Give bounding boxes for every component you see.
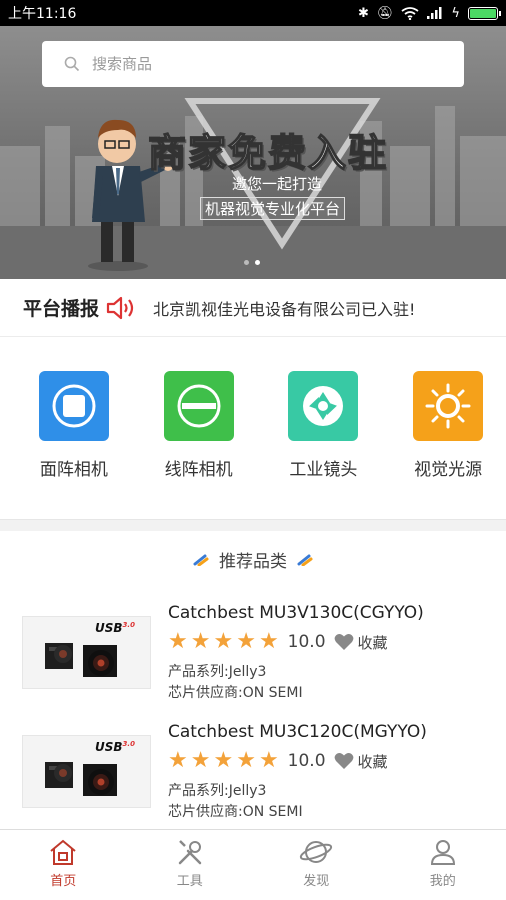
charging-icon: ϟ (451, 5, 460, 21)
product-thumbnail: USB3.0 (22, 616, 151, 689)
nav-profile[interactable]: 我的 (380, 830, 506, 900)
favorite-button[interactable]: 收藏 (334, 751, 388, 772)
signal-icon (427, 7, 442, 19)
banner-tagline: 机器视觉专业化平台 (200, 197, 346, 220)
wifi-icon (401, 6, 419, 20)
search-box[interactable] (42, 41, 464, 87)
recommend-header: 推荐品类 (0, 547, 506, 572)
favorite-button[interactable]: 收藏 (334, 632, 388, 653)
star-icon: ★ (213, 629, 234, 654)
banner-headline: 商家免费入驻 (147, 130, 389, 176)
rating-score: 10.0 (287, 751, 326, 771)
category-area-camera[interactable]: 面阵相机 (16, 339, 132, 519)
home-icon (50, 839, 76, 865)
star-icon: ★ (190, 629, 211, 654)
star-icon: ★ (213, 748, 234, 773)
search-input[interactable] (92, 55, 392, 73)
carousel-dot-active (255, 260, 260, 265)
square-camera-icon (38, 371, 109, 441)
banner-subtitle: 邀您一起打造 (232, 175, 323, 193)
product-supplier: 芯片供应商:ON SEMI (168, 804, 303, 820)
product-thumbnail: USB3.0 (22, 735, 151, 808)
status-bar: 上午11:16 ✱ 🔕︎ ϟ (0, 0, 506, 26)
nav-home[interactable]: 首页 (0, 830, 127, 900)
category-label: 面阵相机 (39, 460, 108, 480)
bluetooth-icon: ✱ (358, 5, 369, 21)
product-name: Catchbest MU3C120C(MGYYO) (168, 722, 427, 742)
product-series: 产品系列:Jelly3 (168, 783, 267, 799)
star-icon: ★ (190, 748, 211, 773)
announcement-bar[interactable]: 平台播报 北京凯视佳光电设备有限公司已入驻! (0, 279, 506, 337)
category-label: 工业镜头 (289, 460, 358, 480)
sun-icon (413, 371, 484, 441)
carousel-dot (244, 260, 249, 265)
nav-tools[interactable]: 工具 (127, 830, 254, 900)
rating-score: 10.0 (287, 632, 326, 652)
category-industrial-lens[interactable]: 工业镜头 (266, 339, 382, 519)
carousel-indicator (244, 260, 260, 265)
star-icon: ★ (236, 748, 256, 773)
product-supplier: 芯片供应商:ON SEMI (168, 685, 303, 701)
favorite-label: 收藏 (357, 633, 388, 652)
heart-icon (334, 634, 353, 650)
bottom-nav: 首页 工具 发现 我的 (0, 829, 506, 900)
nav-label: 发现 (303, 874, 330, 889)
section-divider (0, 519, 506, 531)
nav-discover[interactable]: 发现 (253, 830, 380, 900)
rating-row: ★ ★ ★ ★ ★ 10.0 收藏 (168, 750, 388, 772)
aperture-icon (288, 371, 359, 441)
category-grid: 面阵相机 线阵相机 工业镜头 视觉光源 (0, 339, 506, 519)
star-icon: ★ (168, 629, 188, 654)
product-item[interactable]: USB3.0 Catchbest MU3V130C(CGYYO) ★ ★ ★ ★… (0, 600, 506, 710)
decor-tag-icon (193, 554, 209, 566)
category-line-camera[interactable]: 线阵相机 (141, 339, 257, 519)
star-icon: ★ (168, 748, 188, 773)
rating-row: ★ ★ ★ ★ ★ 10.0 收藏 (168, 631, 388, 653)
status-icons: ✱ 🔕︎ ϟ (358, 5, 501, 21)
product-item[interactable]: USB3.0 Catchbest MU3C120C(MGYYO) ★ ★ ★ ★… (0, 719, 506, 829)
star-icon: ★ (258, 748, 279, 773)
tools-icon (178, 840, 201, 865)
nav-label: 工具 (176, 874, 203, 889)
favorite-label: 收藏 (357, 752, 388, 771)
nav-label: 首页 (50, 874, 77, 889)
mute-icon: 🔕︎ (376, 5, 394, 21)
decor-tag-icon (297, 554, 313, 566)
usb-badge: USB3.0 (95, 621, 135, 635)
announcement-message: 北京凯视佳光电设备有限公司已入驻! (153, 299, 416, 319)
category-label: 线阵相机 (164, 460, 233, 480)
promo-banner[interactable]: 商家免费入驻 邀您一起打造 机器视觉专业化平台 (0, 26, 506, 279)
usb-badge: USB3.0 (95, 740, 135, 754)
planet-icon (300, 841, 333, 863)
product-series: 产品系列:Jelly3 (168, 664, 267, 680)
announcement-title: 平台播报 (23, 298, 100, 320)
recommend-title: 推荐品类 (219, 552, 287, 572)
heart-icon (334, 753, 353, 769)
speaker-icon (106, 296, 134, 319)
user-icon (430, 840, 455, 865)
category-light-source[interactable]: 视觉光源 (390, 339, 506, 519)
star-icon: ★ (236, 629, 256, 654)
product-name: Catchbest MU3V130C(CGYYO) (168, 603, 424, 623)
battery-icon (468, 6, 501, 20)
line-camera-icon (163, 371, 234, 441)
status-time: 上午11:16 (8, 6, 77, 22)
search-icon (64, 56, 80, 72)
nav-label: 我的 (429, 874, 456, 889)
category-label: 视觉光源 (414, 460, 483, 480)
star-icon: ★ (258, 629, 279, 654)
